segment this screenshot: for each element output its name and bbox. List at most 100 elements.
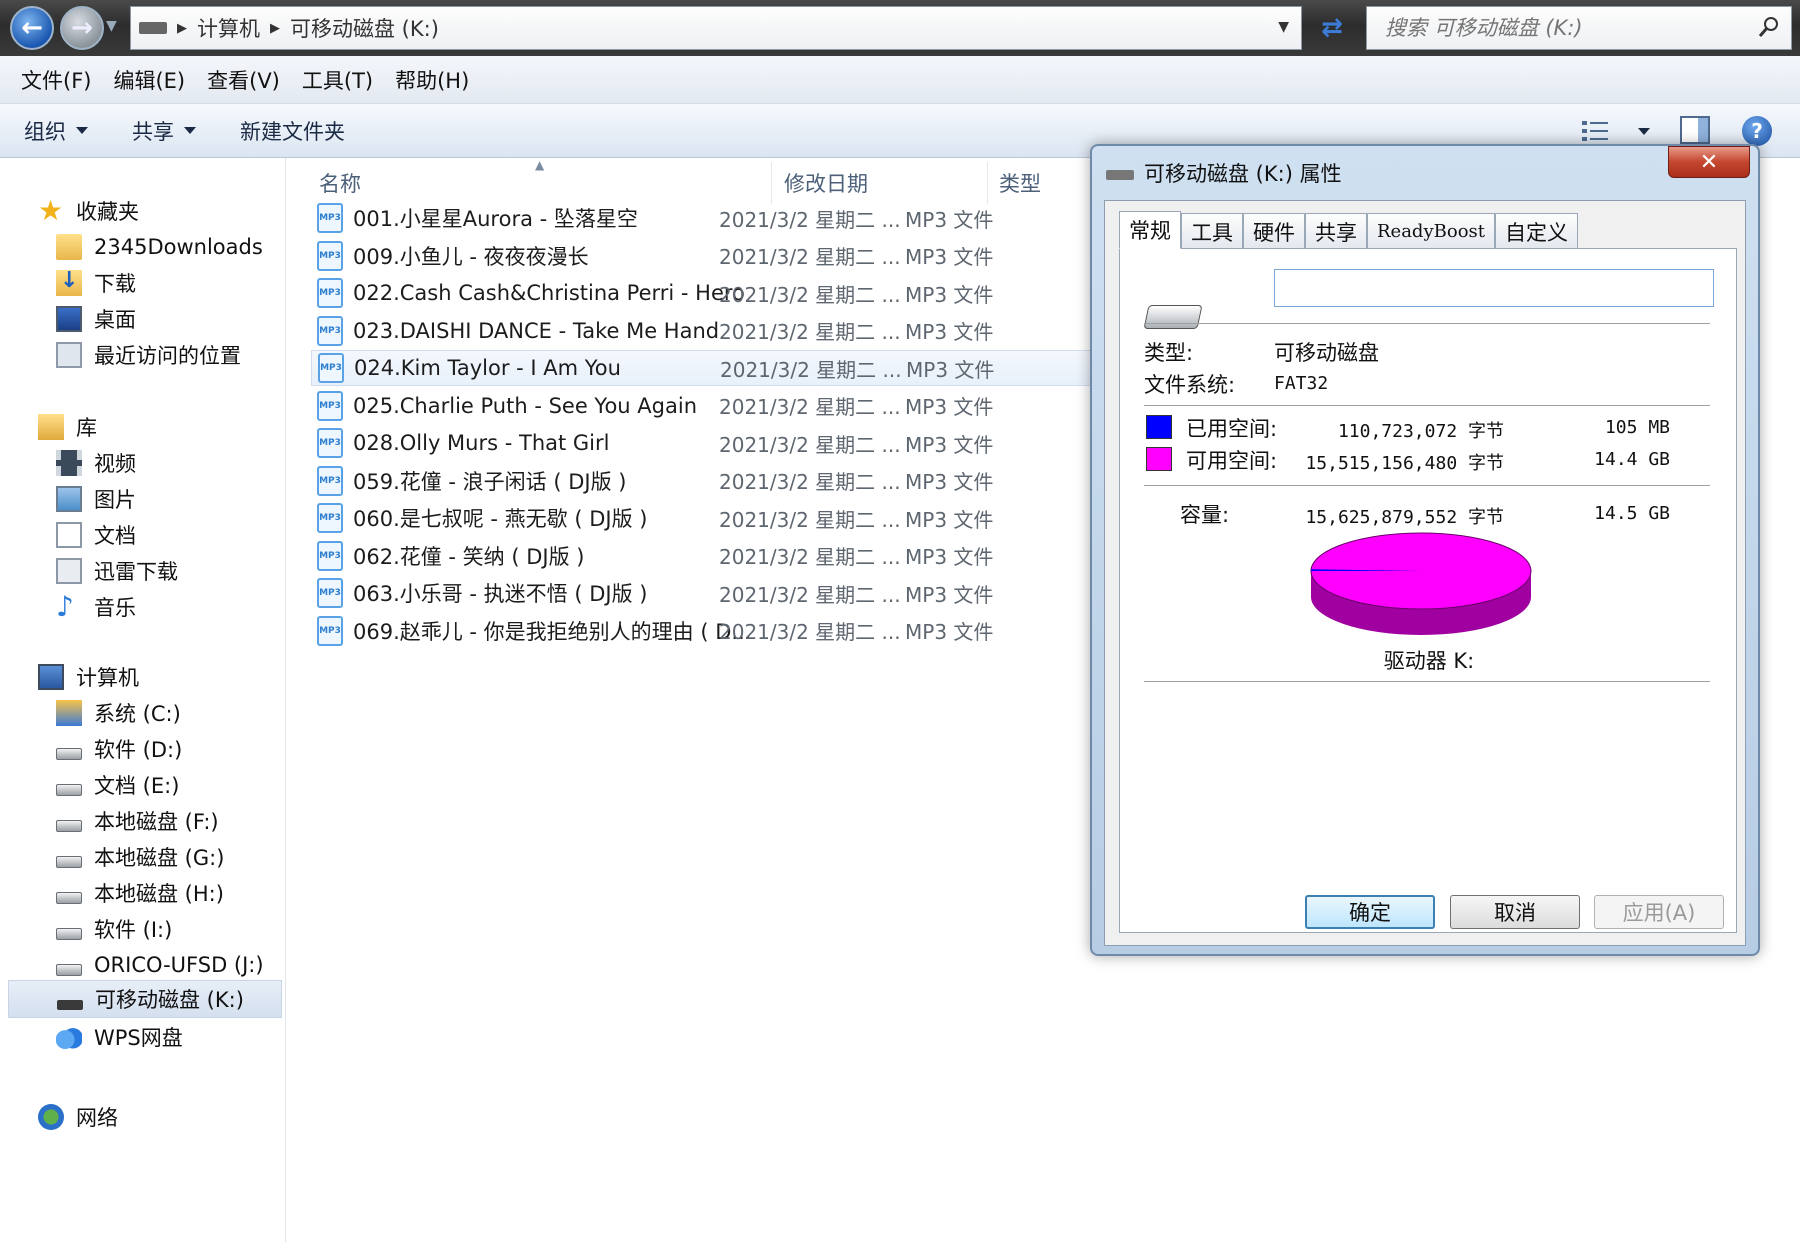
file-row[interactable]: MP3 009.小鱼儿 - 夜夜夜漫长 2021/3/2 星期二 ... MP3 文件 [311, 238, 1151, 274]
mp3-file-icon: MP3 [317, 240, 343, 271]
file-row[interactable]: MP3 022.Cash Cash&Christina Perri - Hero 2… [311, 275, 1151, 311]
sidebar-item-downloads[interactable]: 下载 [56, 264, 136, 302]
sidebar-libraries[interactable]: 库 [38, 408, 97, 446]
tab-general[interactable]: 常规 [1119, 211, 1181, 249]
address-box[interactable]: ▶ 计算机 ▶ 可移动磁盘 (K:) ▼ [130, 6, 1302, 50]
forward-button[interactable]: → [60, 6, 104, 50]
column-divider[interactable] [771, 162, 772, 204]
tab-sharing[interactable]: 共享 [1305, 213, 1367, 249]
sidebar-item-documents[interactable]: 文档 [56, 516, 136, 554]
file-type: MP3 文件 [905, 245, 994, 269]
sidebar-label: 视频 [94, 452, 136, 476]
search-input[interactable] [1385, 16, 1745, 40]
sidebar-computer[interactable]: 计算机 [38, 658, 139, 696]
tab-tools[interactable]: 工具 [1181, 213, 1243, 249]
view-options-icon[interactable] [1582, 120, 1608, 142]
file-row[interactable]: MP3 001.小星星Aurora - 坠落星空 2021/3/2 星期二 ... M… [311, 200, 1151, 236]
chevron-right-icon[interactable]: ▶ [270, 21, 280, 36]
mp3-file-icon: MP3 [317, 540, 343, 571]
mp3-file-icon: MP3 [317, 465, 343, 496]
sidebar-item-videos[interactable]: 视频 [56, 444, 136, 482]
sidebar-item-recent-places[interactable]: 最近访问的位置 [56, 336, 241, 374]
help-icon[interactable]: ? [1742, 116, 1772, 146]
chevron-right-icon[interactable]: ▶ [177, 21, 187, 36]
menu-edit[interactable]: 编辑(E) [102, 65, 196, 95]
video-icon [56, 450, 82, 476]
sidebar-item-drive-c[interactable]: 系统 (C:) [56, 694, 181, 732]
cancel-button[interactable]: 取消 [1450, 895, 1580, 929]
dropdown-arrow-icon [184, 127, 196, 134]
tab-strip: 常规 工具 硬件 共享 ReadyBoost 自定义 [1119, 211, 1578, 249]
sidebar-item-drive-h[interactable]: 本地磁盘 (H:) [56, 874, 224, 912]
sidebar-item-drive-d[interactable]: 软件 (D:) [56, 730, 182, 768]
drive-label-input[interactable] [1274, 269, 1714, 307]
hard-drive-icon [56, 964, 82, 976]
sidebar-label: 软件 (D:) [94, 738, 183, 762]
sidebar-item-drive-i[interactable]: 软件 (I:) [56, 910, 172, 948]
breadcrumb-computer[interactable]: 计算机 [197, 13, 260, 43]
file-row[interactable]: MP3 063.小乐哥 - 执迷不悟 ( DJ版 ) 2021/3/2 星期二 ..… [311, 575, 1151, 611]
organize-button[interactable]: 组织 [24, 116, 88, 146]
close-icon: ✕ [1699, 149, 1719, 175]
file-type: MP3 文件 [905, 470, 994, 494]
menu-file[interactable]: 文件(F) [10, 65, 102, 95]
sidebar-item-desktop[interactable]: 桌面 [56, 300, 136, 338]
apply-button[interactable]: 应用(A) [1594, 895, 1724, 929]
sidebar-item-pictures[interactable]: 图片 [56, 480, 136, 518]
general-tab-page: 类型: 可移动磁盘 文件系统: FAT32 已用空间: 110,723,072 … [1119, 248, 1737, 933]
sidebar-item-wps-cloud[interactable]: WPS网盘 [56, 1018, 183, 1056]
sidebar-network[interactable]: 网络 [38, 1098, 118, 1136]
sidebar-label: 本地磁盘 (G:) [94, 846, 225, 870]
new-folder-button[interactable]: 新建文件夹 [240, 116, 345, 146]
back-button[interactable]: ← [10, 6, 54, 50]
ok-button[interactable]: 确定 [1305, 895, 1435, 929]
sidebar-label: 最近访问的位置 [94, 344, 241, 368]
share-button[interactable]: 共享 [132, 116, 196, 146]
tab-readyboost[interactable]: ReadyBoost [1367, 213, 1495, 249]
mp3-file-icon: MP3 [317, 390, 343, 421]
drive-caption: 驱动器 K: [1383, 649, 1475, 673]
search-icon[interactable] [1757, 15, 1781, 39]
breadcrumb-drive-k[interactable]: 可移动磁盘 (K:) [290, 13, 439, 43]
sidebar-label: 本地磁盘 (H:) [94, 882, 224, 906]
hard-drive-icon [56, 748, 82, 760]
sidebar-item-music[interactable]: ♪ 音乐 [56, 588, 136, 626]
sidebar-item-2345downloads[interactable]: 2345Downloads [56, 228, 263, 266]
file-row[interactable]: MP3 024.Kim Taylor - I Am You 2021/3/2 星期二… [311, 350, 1151, 386]
file-row[interactable]: MP3 028.Olly Murs - That Girl 2021/3/2 星期二… [311, 425, 1151, 461]
refresh-button[interactable]: ⇄ [1310, 8, 1354, 48]
file-row[interactable]: MP3 060.是七叔呢 - 燕无歇 ( DJ版 ) 2021/3/2 星期二 ..… [311, 500, 1151, 536]
file-name: 028.Olly Murs - That Girl [353, 431, 610, 455]
sidebar-item-xunlei[interactable]: 迅雷下载 [56, 552, 178, 590]
recent-places-icon [56, 342, 82, 368]
sidebar-item-drive-g[interactable]: 本地磁盘 (G:) [56, 838, 224, 876]
column-divider[interactable] [987, 162, 988, 204]
sidebar-item-drive-f[interactable]: 本地磁盘 (F:) [56, 802, 219, 840]
sidebar-item-drive-e[interactable]: 文档 (E:) [56, 766, 179, 804]
file-row[interactable]: MP3 023.DAISHI DANCE - Take Me Hand 2021/3… [311, 313, 1151, 349]
menu-bar: 文件(F) 编辑(E) 查看(V) 工具(T) 帮助(H) [0, 56, 1800, 104]
tab-customize[interactable]: 自定义 [1495, 213, 1578, 249]
sidebar-label: 下载 [94, 272, 136, 296]
address-dropdown-icon[interactable]: ▼ [1278, 19, 1289, 35]
file-row[interactable]: MP3 059.花僮 - 浪子闲话 ( DJ版 ) 2021/3/2 星期二 ...… [311, 463, 1151, 499]
file-row[interactable]: MP3 062.花僮 - 笑纳 ( DJ版 ) 2021/3/2 星期二 ... MP… [311, 538, 1151, 574]
close-button[interactable]: ✕ [1668, 146, 1750, 178]
picture-icon [56, 486, 82, 512]
file-row[interactable]: MP3 025.Charlie Puth - See You Again 2021/… [311, 388, 1151, 424]
menu-help[interactable]: 帮助(H) [384, 65, 480, 95]
tab-hardware[interactable]: 硬件 [1243, 213, 1305, 249]
sidebar-item-drive-k[interactable]: 可移动磁盘 (K:) [8, 980, 282, 1018]
search-box[interactable] [1366, 6, 1792, 50]
file-row[interactable]: MP3 069.赵乖儿 - 你是我拒绝别人的理由 ( D... 2021/3/2 星… [311, 613, 1151, 649]
sidebar-favorites[interactable]: ★ 收藏夹 [38, 192, 139, 230]
preview-pane-icon[interactable] [1680, 116, 1710, 144]
view-dropdown-icon[interactable] [1638, 128, 1650, 135]
sidebar-item-drive-j[interactable]: ORICO-UFSD (J:) [56, 946, 264, 984]
menu-view[interactable]: 查看(V) [196, 65, 291, 95]
menu-tools[interactable]: 工具(T) [291, 65, 384, 95]
desktop-icon [56, 306, 82, 332]
file-type: MP3 文件 [905, 395, 994, 419]
recent-pages-dropdown-icon[interactable]: ▼ [106, 18, 117, 34]
used-space-size: 105 MB [1604, 417, 1670, 438]
